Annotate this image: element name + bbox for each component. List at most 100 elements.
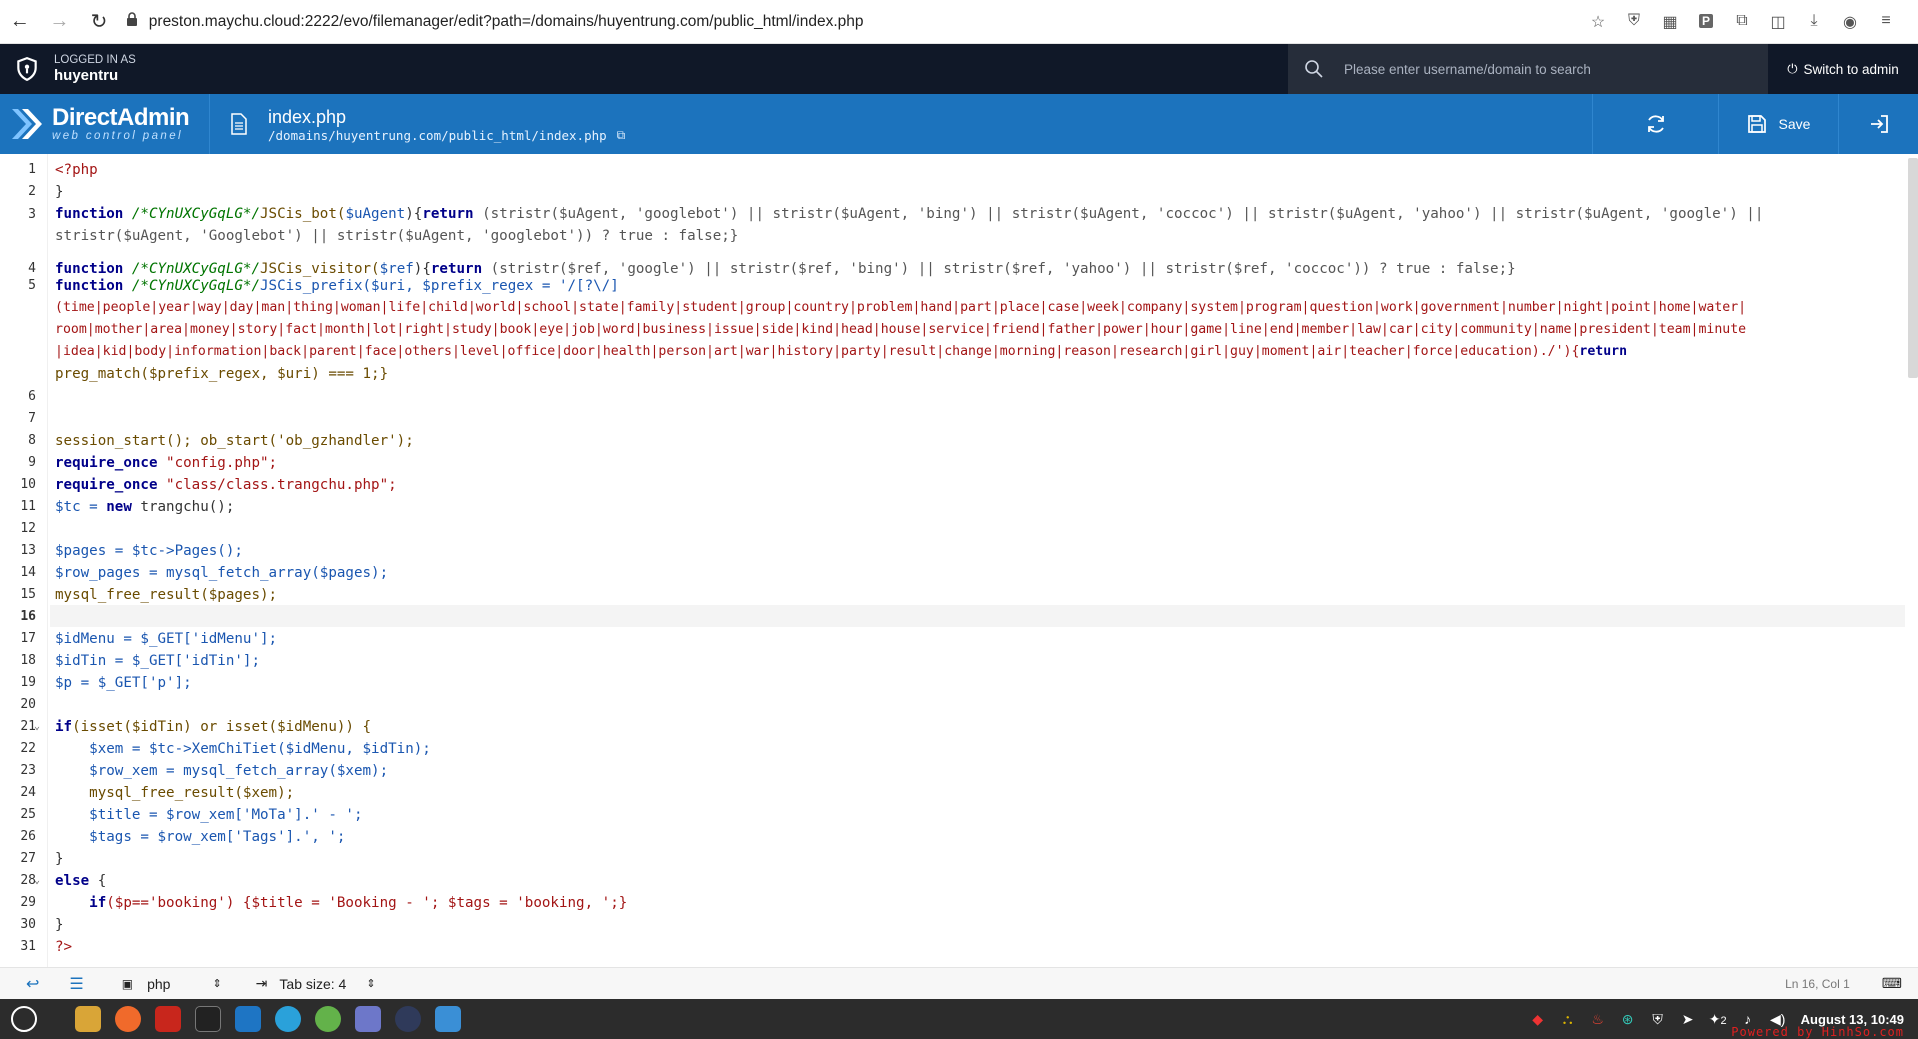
language-label: php xyxy=(147,975,171,992)
menu-icon[interactable]: ≡ xyxy=(1868,12,1904,32)
search-icon xyxy=(1305,60,1323,78)
code-line: $p = $_GET['p']; xyxy=(55,675,192,691)
line-number: 24 xyxy=(20,785,36,800)
line-number: 27 xyxy=(20,851,36,866)
telegram-app-icon[interactable] xyxy=(270,1003,306,1035)
line-number-gutter: 1 2 3 4 5 6 7 8 9 10 11 12 13 14 15 16 1… xyxy=(0,154,48,967)
tab-size-select[interactable]: ⇥ Tab size: 4 ⇕ xyxy=(256,975,376,992)
teamviewer-tray-icon[interactable]: ⊛ xyxy=(1613,1011,1643,1028)
power-icon: ⏻ xyxy=(1787,61,1798,76)
search-input[interactable] xyxy=(1344,61,1764,77)
site-info-icon[interactable] xyxy=(125,11,139,32)
files-app-icon[interactable] xyxy=(70,1003,106,1035)
shield-extension-icon[interactable]: ⛨ xyxy=(1616,12,1652,32)
sidebar-icon[interactable]: ◫ xyxy=(1760,12,1796,32)
language-select[interactable]: ▣ php ⇕ xyxy=(122,976,222,992)
code-line-wrap: |idea|kid|body|information|back|parent|f… xyxy=(55,344,1628,359)
network-tray-icon[interactable]: ⛬ xyxy=(1553,1011,1583,1028)
line-number: 18 xyxy=(20,653,36,668)
code-line: $idMenu = $_GET['idMenu']; xyxy=(55,631,278,647)
browser-toolbar: ← → ↻ preston.maychu.cloud:2222/evo/file… xyxy=(0,0,1918,44)
watermark: Powered by HinhSo.com xyxy=(1731,1025,1904,1039)
outline-icon[interactable]: ☰ xyxy=(69,974,83,994)
bookmark-star-icon[interactable]: ☆ xyxy=(1580,12,1616,32)
line-number: 8 xyxy=(28,433,36,448)
directadmin-logo[interactable]: DirectAdmin web control panel xyxy=(0,94,210,154)
file-info: index.php /domains/huyentrung.com/public… xyxy=(268,106,625,143)
editor-status-bar: ↩ ☰ ▣ php ⇕ ⇥ Tab size: 4 ⇕ Ln 16, Col 1… xyxy=(0,967,1918,999)
line-number: 25 xyxy=(20,807,36,822)
line-number: 7 xyxy=(28,411,36,426)
filezilla-app-icon[interactable] xyxy=(150,1003,186,1035)
code-line-wrap: (time|people|year|way|day|man|thing|woma… xyxy=(55,300,1747,315)
keyboard-icon[interactable]: ⌨ xyxy=(1882,975,1902,992)
editor-scrollbar[interactable] xyxy=(1908,158,1918,378)
os-taskbar: ◆ ⛬ ♨ ⊛ ⛨ ➤ ✦2 ♪ ◀) August 13, 10:49 Pow… xyxy=(0,999,1918,1039)
remote-desktop-app-icon[interactable] xyxy=(430,1003,466,1035)
line-number: 3 xyxy=(28,207,36,222)
fold-toggle-icon[interactable]: ⌄ xyxy=(34,870,40,892)
code-line-wrap: stristr($uAgent, 'Googlebot') || stristr… xyxy=(55,228,739,244)
qr-code-icon[interactable]: ▦ xyxy=(1652,12,1688,32)
line-number: 11 xyxy=(20,499,36,514)
switch-to-admin-button[interactable]: ⏻ Switch to admin xyxy=(1768,61,1918,77)
user-search xyxy=(1288,44,1768,94)
code-line: else { xyxy=(55,873,107,889)
line-number-active: 16 xyxy=(20,609,36,624)
firefox-app-icon[interactable] xyxy=(110,1003,146,1035)
fold-toggle-icon[interactable]: ⌄ xyxy=(34,716,40,738)
vscode-app-icon[interactable] xyxy=(230,1003,266,1035)
forward-icon[interactable]: → xyxy=(40,0,80,44)
extension-p-icon[interactable]: P xyxy=(1688,12,1724,32)
address-bar[interactable]: preston.maychu.cloud:2222/evo/filemanage… xyxy=(125,6,1580,38)
logo-subtitle: web control panel xyxy=(52,130,183,142)
save-button[interactable]: Save xyxy=(1718,94,1838,154)
terminal-app-icon[interactable] xyxy=(190,1003,226,1035)
code-line: $xem = $tc->XemChiTiet($idMenu, $idTin); xyxy=(55,741,431,757)
code-line: ?> xyxy=(55,939,73,955)
download-icon[interactable]: ⤓ xyxy=(1796,12,1832,32)
code-line-wrap: preg_match($prefix_regex, $uri) === 1;} xyxy=(55,366,389,382)
reload-icon[interactable]: ↻ xyxy=(79,0,119,44)
code-line: $tc = new trangchu(); xyxy=(55,499,235,515)
telegram-tray-icon[interactable]: ➤ xyxy=(1673,1011,1703,1028)
code-line: mysql_free_result($pages); xyxy=(55,587,278,603)
reload-file-button[interactable] xyxy=(1592,94,1718,154)
line-number: 21 xyxy=(20,719,36,734)
extensions-puzzle-icon[interactable]: ⧉ xyxy=(1724,12,1760,32)
code-line: } xyxy=(55,184,64,200)
directadmin-logo-icon xyxy=(12,109,42,139)
code-line: session_start(); ob_start('ob_gzhandler'… xyxy=(55,433,414,449)
account-icon[interactable]: ◉ xyxy=(1832,12,1868,32)
code-line: $row_pages = mysql_fetch_array($pages); xyxy=(55,565,389,581)
code-icon: ▣ xyxy=(121,976,134,991)
start-menu-icon[interactable] xyxy=(6,1003,42,1035)
logo-title: DirectAdmin xyxy=(52,104,190,131)
notifications-tray-icon[interactable]: ✦2 xyxy=(1703,1011,1733,1028)
fire-tray-icon[interactable]: ♨ xyxy=(1583,1011,1613,1028)
cloud-app-icon[interactable] xyxy=(390,1003,426,1035)
active-line-highlight xyxy=(50,605,1905,627)
exit-editor-button[interactable] xyxy=(1838,94,1918,154)
mail-app-icon[interactable] xyxy=(350,1003,386,1035)
select-arrows-icon: ⇕ xyxy=(212,978,222,990)
line-number: 30 xyxy=(20,917,36,932)
cursor-position: Ln 16, Col 1 xyxy=(1785,976,1850,991)
line-number: 13 xyxy=(20,543,36,558)
code-line: } xyxy=(55,917,64,933)
vpn-shield-tray-icon[interactable]: ⛨ xyxy=(1643,1011,1673,1028)
code-line: } xyxy=(55,851,64,867)
line-number: 28 xyxy=(20,873,36,888)
line-number: 26 xyxy=(20,829,36,844)
back-icon[interactable]: ← xyxy=(0,0,40,44)
wrap-toggle-icon[interactable]: ↩ xyxy=(26,974,39,994)
exit-icon xyxy=(1870,115,1888,133)
code-editor[interactable]: 1 2 3 4 5 6 7 8 9 10 11 12 13 14 15 16 1… xyxy=(0,154,1918,967)
anydesk-tray-icon[interactable]: ◆ xyxy=(1523,1011,1553,1028)
code-line: function /*CYnUXCyGqLG*/JSCis_bot($uAgen… xyxy=(55,206,1764,222)
copy-path-icon[interactable]: ⧉ xyxy=(617,128,626,143)
code-line: function /*CYnUXCyGqLG*/JSCis_prefix($ur… xyxy=(55,278,619,294)
line-number: 2 xyxy=(28,184,36,199)
chrome-app-icon[interactable] xyxy=(310,1003,346,1035)
code-line: if(isset($idTin) or isset($idMenu)) { xyxy=(55,719,372,735)
